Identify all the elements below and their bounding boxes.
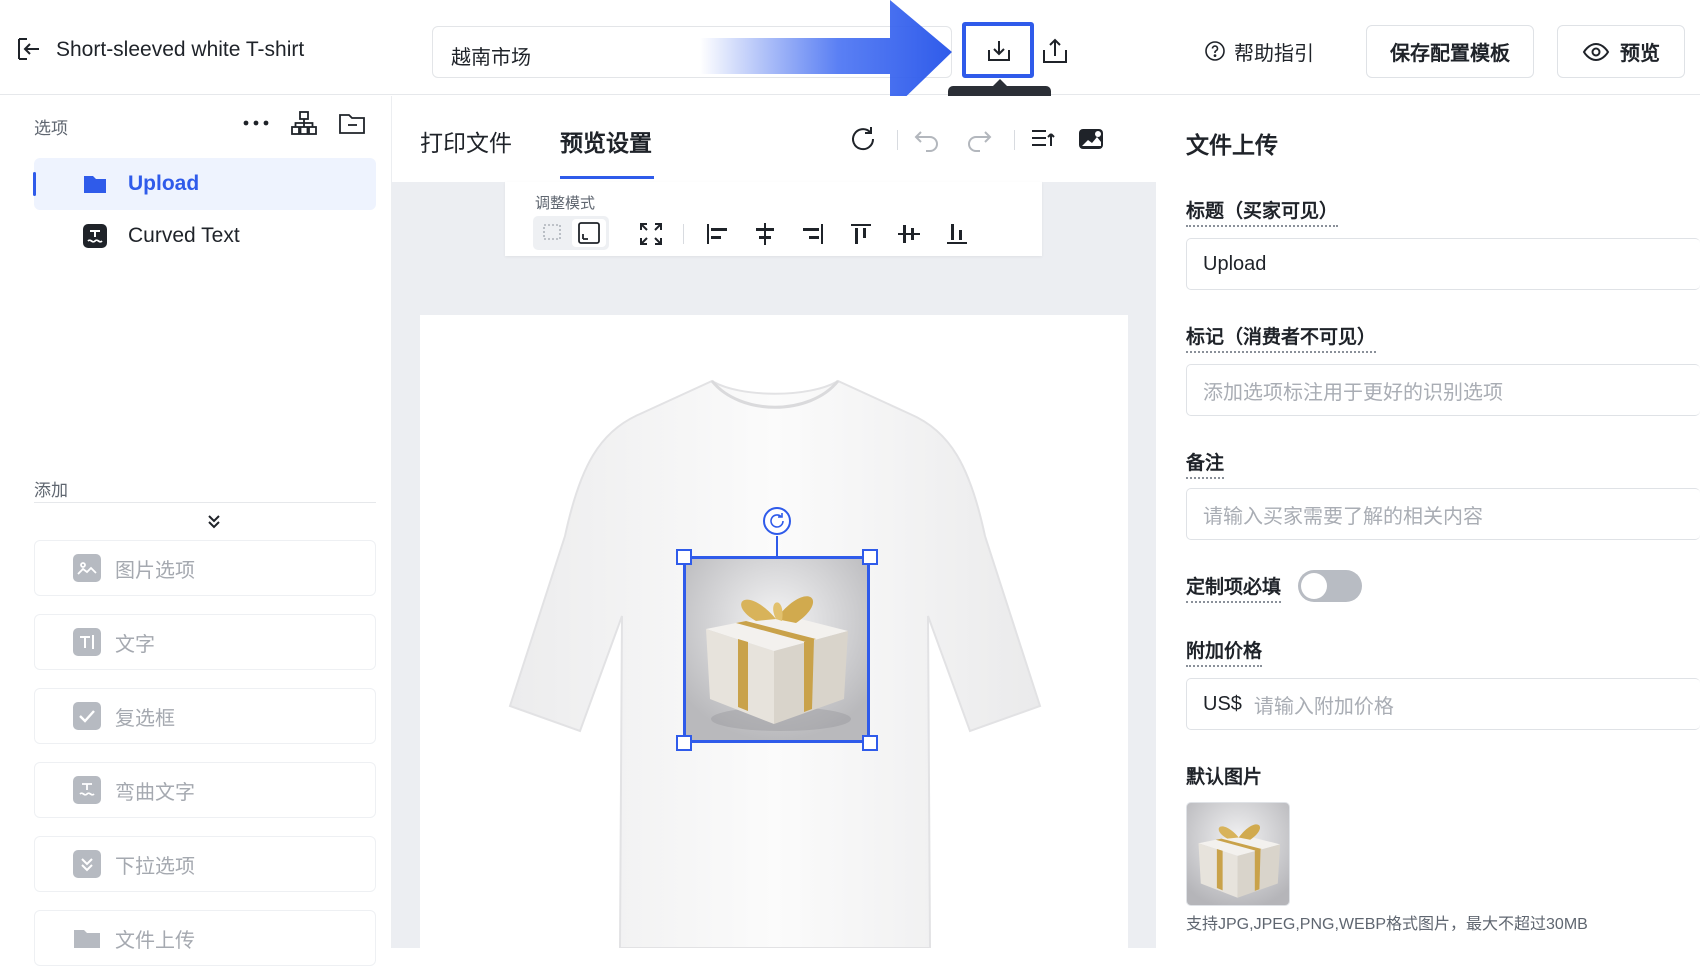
resize-handle-top-right[interactable] [862, 549, 878, 565]
currency-label: US$ [1203, 692, 1242, 715]
option-item-upload[interactable]: Upload [33, 158, 376, 210]
product-title: Short-sleeved white T-shirt [56, 38, 305, 61]
left-sidebar: 选项 Upload Curved Text 添加 图片选项 文字 复选框 弯曲文… [0, 96, 392, 966]
folder-icon [84, 176, 106, 193]
properties-panel: 文件上传 标题（买家可见） Upload 标记（消费者不可见） 添加选项标注用于… [1156, 96, 1700, 948]
add-label: 添加 [34, 481, 68, 500]
curved-text-icon [83, 224, 107, 248]
preview-button[interactable]: 预览 [1557, 25, 1685, 78]
align-left-icon[interactable] [703, 220, 731, 248]
add-curved-text-button[interactable]: 弯曲文字 [34, 762, 376, 818]
adjust-mode-label: 调整模式 [535, 195, 596, 212]
align-right-icon[interactable] [799, 220, 827, 248]
add-item-label: 文字 [115, 633, 155, 656]
market-value: 越南市场 [451, 47, 531, 69]
select-mode-icon[interactable] [536, 219, 570, 247]
extra-price-input[interactable]: US$ 请输入附加价格 [1186, 678, 1700, 730]
options-toolbar [242, 110, 366, 136]
required-toggle[interactable] [1298, 570, 1362, 602]
fit-screen-icon[interactable] [637, 220, 665, 248]
selection-box [683, 556, 870, 743]
resize-handle-top-left[interactable] [676, 549, 692, 565]
editor-header: 打印文件 预览设置 [392, 96, 1156, 182]
tab-print-file[interactable]: 打印文件 [420, 124, 512, 158]
help-label: 帮助指引 [1234, 42, 1314, 65]
option-label: Upload [128, 172, 200, 195]
eye-icon [1582, 42, 1610, 61]
default-image-label: 默认图片 [1186, 767, 1263, 788]
image-format-hint: 支持JPG,JPEG,PNG,WEBP格式图片，最大不超过30MB [1186, 916, 1588, 933]
price-input-placeholder: 请输入附加价格 [1253, 695, 1394, 718]
adjust-mode-toolbar: 调整模式 [505, 182, 1042, 256]
layers-order-icon[interactable] [1028, 124, 1058, 154]
hierarchy-icon[interactable] [290, 110, 318, 136]
share-icon[interactable] [1040, 36, 1072, 68]
add-image-option-button[interactable]: 图片选项 [34, 540, 376, 596]
checkbox-icon [73, 702, 101, 730]
title-field-label: 标题（买家可见） [1186, 196, 1339, 227]
note-input-placeholder: 请输入买家需要了解的相关内容 [1203, 505, 1483, 528]
more-icon[interactable] [242, 119, 270, 127]
save-template-button[interactable]: 保存配置模板 [1366, 25, 1534, 78]
rotate-connector [776, 536, 778, 556]
image-settings-icon[interactable] [1076, 124, 1106, 154]
help-guide-link[interactable]: 帮助指引 [1204, 36, 1314, 66]
top-bar: Short-sleeved white T-shirt 越南市场 导入方案 帮助… [0, 0, 1700, 128]
frame-mode-icon[interactable] [572, 219, 606, 247]
preview-label: 预览 [1620, 43, 1660, 65]
align-bottom-icon[interactable] [943, 220, 971, 248]
align-middle-vertical-icon[interactable] [895, 220, 923, 248]
refresh-icon[interactable] [848, 124, 878, 154]
panel-title: 文件上传 [1186, 132, 1278, 158]
title-input[interactable]: Upload [1186, 238, 1700, 290]
rotate-icon [770, 513, 784, 528]
divider [683, 224, 684, 244]
tab-preview-settings[interactable]: 预览设置 [560, 124, 652, 158]
undo-icon[interactable] [912, 124, 942, 154]
divider [1014, 130, 1015, 150]
download-icon [988, 41, 1010, 61]
chevron-double-down-icon[interactable] [202, 510, 226, 534]
import-plan-button[interactable] [962, 22, 1034, 78]
folder-minus-icon[interactable] [338, 111, 366, 135]
add-item-label: 文件上传 [115, 929, 195, 952]
active-tab-indicator [560, 176, 654, 179]
market-select[interactable]: 越南市场 [432, 26, 952, 78]
align-top-icon[interactable] [847, 220, 875, 248]
required-label: 定制项必填 [1186, 572, 1282, 603]
mark-input-placeholder: 添加选项标注用于更好的识别选项 [1203, 381, 1503, 404]
add-item-label: 下拉选项 [115, 855, 195, 878]
note-input[interactable]: 请输入买家需要了解的相关内容 [1186, 488, 1700, 540]
add-checkbox-button[interactable]: 复选框 [34, 688, 376, 744]
redo-icon[interactable] [964, 124, 994, 154]
mark-input[interactable]: 添加选项标注用于更好的识别选项 [1186, 364, 1700, 416]
align-center-horizontal-icon[interactable] [751, 220, 779, 248]
extra-price-label: 附加价格 [1186, 636, 1263, 667]
divider [34, 502, 376, 503]
option-label: Curved Text [128, 224, 240, 247]
divider [897, 130, 898, 150]
note-field-label: 备注 [1186, 448, 1225, 479]
text-icon [73, 628, 101, 656]
default-image-thumbnail[interactable] [1186, 802, 1290, 906]
add-text-button[interactable]: 文字 [34, 614, 376, 670]
add-item-label: 复选框 [115, 707, 175, 730]
rotate-handle[interactable] [763, 507, 791, 535]
resize-handle-bottom-right[interactable] [862, 735, 878, 751]
title-input-value: Upload [1203, 252, 1267, 275]
resize-handle-bottom-left[interactable] [676, 735, 692, 751]
add-item-label: 图片选项 [115, 559, 195, 582]
add-item-label: 弯曲文字 [115, 781, 195, 804]
options-label: 选项 [34, 119, 68, 138]
mark-field-label: 标记（消费者不可见） [1186, 322, 1377, 353]
dropdown-icon [73, 850, 101, 878]
image-icon [73, 554, 101, 582]
add-file-upload-button[interactable]: 文件上传 [34, 910, 376, 966]
curved-text-icon [73, 776, 101, 804]
mode-toggle-group [533, 216, 609, 250]
option-item-curved-text[interactable]: Curved Text [34, 210, 376, 262]
help-icon [1205, 41, 1225, 61]
add-dropdown-button[interactable]: 下拉选项 [34, 836, 376, 892]
back-icon[interactable] [16, 36, 42, 62]
